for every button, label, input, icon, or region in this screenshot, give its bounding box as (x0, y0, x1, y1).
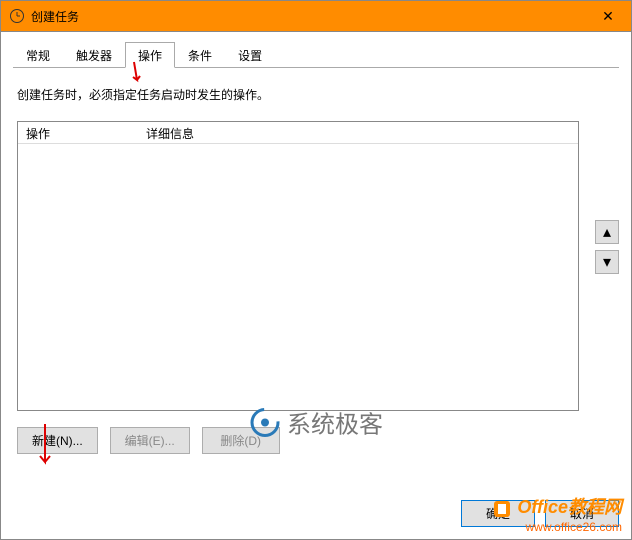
tab-triggers[interactable]: 触发器 (63, 42, 125, 67)
tab-general[interactable]: 常规 (13, 42, 63, 67)
move-down-button[interactable]: ▾ (595, 250, 619, 274)
dialog-buttons: 确定 取消 (461, 500, 619, 527)
edit-button[interactable]: 编辑(E)... (110, 427, 190, 454)
down-arrow-icon: ▾ (603, 252, 611, 272)
tab-bar: 常规 触发器 操作 条件 设置 (13, 42, 619, 68)
up-arrow-icon: ▴ (603, 222, 611, 242)
dialog-content: 常规 触发器 操作 条件 设置 创建任务时，必须指定任务启动时发生的操作。 操作… (0, 32, 632, 540)
actions-list[interactable]: 操作 详细信息 (17, 121, 579, 411)
annotation-arrow-tab (127, 60, 147, 88)
app-icon (9, 8, 25, 24)
move-up-button[interactable]: ▴ (595, 220, 619, 244)
tab-conditions[interactable]: 条件 (175, 42, 225, 67)
ok-button[interactable]: 确定 (461, 500, 535, 527)
action-buttons-row: 新建(N)... 编辑(E)... 删除(D) (17, 427, 619, 454)
reorder-buttons: ▴ ▾ (595, 220, 619, 274)
cancel-button[interactable]: 取消 (545, 500, 619, 527)
list-header: 操作 详细信息 (18, 122, 578, 144)
window-title: 创建任务 (31, 8, 585, 25)
annotation-arrow-new (37, 422, 57, 468)
instruction-text: 创建任务时，必须指定任务启动时发生的操作。 (17, 86, 619, 103)
title-bar: 创建任务 ✕ (0, 0, 632, 32)
close-button[interactable]: ✕ (585, 1, 631, 31)
tab-settings[interactable]: 设置 (225, 42, 275, 67)
close-icon: ✕ (602, 8, 614, 25)
column-action[interactable]: 操作 (18, 122, 138, 143)
column-details[interactable]: 详细信息 (138, 122, 578, 143)
delete-button[interactable]: 删除(D) (202, 427, 280, 454)
new-button[interactable]: 新建(N)... (17, 427, 98, 454)
